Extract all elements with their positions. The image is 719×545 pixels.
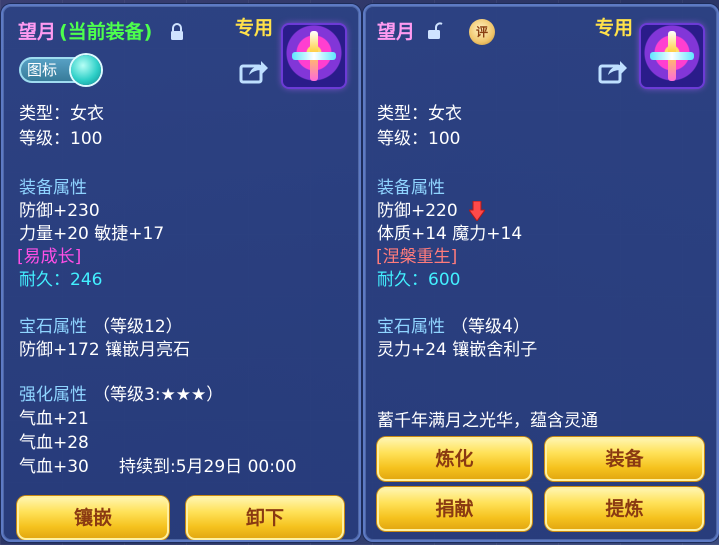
item-type: 类型：女衣: [377, 104, 462, 124]
item-type: 类型：女衣: [19, 104, 104, 124]
item-level: 等级：100: [377, 129, 461, 149]
equip-attr-header: 装备属性: [377, 178, 445, 198]
enhance-duration: 持续到:5月29日 00:00: [119, 457, 297, 477]
item-name: 望月: [18, 21, 57, 43]
durability: 耐久：600: [377, 270, 461, 290]
evaluate-badge[interactable]: 评: [469, 19, 495, 45]
durability: 耐久：246: [19, 270, 103, 290]
item-icon[interactable]: [283, 25, 345, 87]
lock-open-icon[interactable]: [427, 22, 443, 40]
enhance-line: 气血+21: [19, 409, 89, 429]
equip-button[interactable]: 装备: [545, 437, 704, 481]
unequip-button[interactable]: 卸下: [186, 496, 344, 540]
lock-closed-icon[interactable]: [170, 23, 184, 41]
equip-attr-line: 体质+14 魔力+14: [377, 224, 523, 244]
equip-attr-line: 防御+230: [19, 201, 100, 221]
compare-equipment-panel: 望月 评 专用 类型：女衣 等级：100 装备属性 防御+220 体质+14 魔…: [363, 4, 719, 542]
item-icon[interactable]: [641, 25, 703, 87]
enhance-line: 气血+30: [19, 457, 89, 477]
donate-button[interactable]: 捐献: [377, 487, 532, 531]
toggle-knob: [71, 55, 101, 85]
refine-button[interactable]: 炼化: [377, 437, 532, 481]
equip-attr-line: 力量+20 敏捷+17: [19, 224, 165, 244]
icon-toggle-label: 图标: [27, 61, 58, 79]
extract-button[interactable]: 提炼: [545, 487, 704, 531]
gem-level: （等级4）: [451, 317, 530, 337]
item-description: 蓄千年满月之光华，蕴含灵通: [377, 411, 598, 431]
item-name: 望月: [377, 21, 416, 43]
equip-attr-header: 装备属性: [19, 178, 87, 198]
down-arrow-icon: [469, 201, 485, 221]
exclusive-tag: 专用: [595, 17, 634, 39]
share-icon[interactable]: [598, 58, 628, 84]
current-equipment-panel: 望月 (当前装备) 专用 图标 类型：女衣 等级：100 装备属性 防御+230…: [1, 4, 361, 542]
icon-toggle[interactable]: 图标: [19, 55, 101, 85]
gem-detail: 灵力+24 镶嵌舍利子: [377, 340, 538, 360]
equipped-status: (当前装备): [59, 21, 153, 43]
item-level: 等级：100: [19, 129, 103, 149]
special-trait: [易成长]: [17, 247, 82, 267]
enhance-line: 气血+28: [19, 433, 89, 453]
gem-attr-header: 宝石属性: [19, 317, 87, 337]
gem-level: （等级12）: [93, 317, 183, 337]
share-icon[interactable]: [239, 58, 269, 84]
gem-attr-header: 宝石属性: [377, 317, 445, 337]
exclusive-tag: 专用: [235, 17, 274, 39]
enhance-attr-header: 强化属性: [19, 385, 87, 405]
equip-attr-line: 防御+220: [377, 201, 458, 221]
gem-detail: 防御+172 镶嵌月亮石: [19, 340, 191, 360]
enhance-level: （等级3:★★★）: [93, 385, 224, 405]
inlay-button[interactable]: 镶嵌: [17, 496, 169, 540]
special-trait: [涅槃重生]: [376, 247, 458, 267]
